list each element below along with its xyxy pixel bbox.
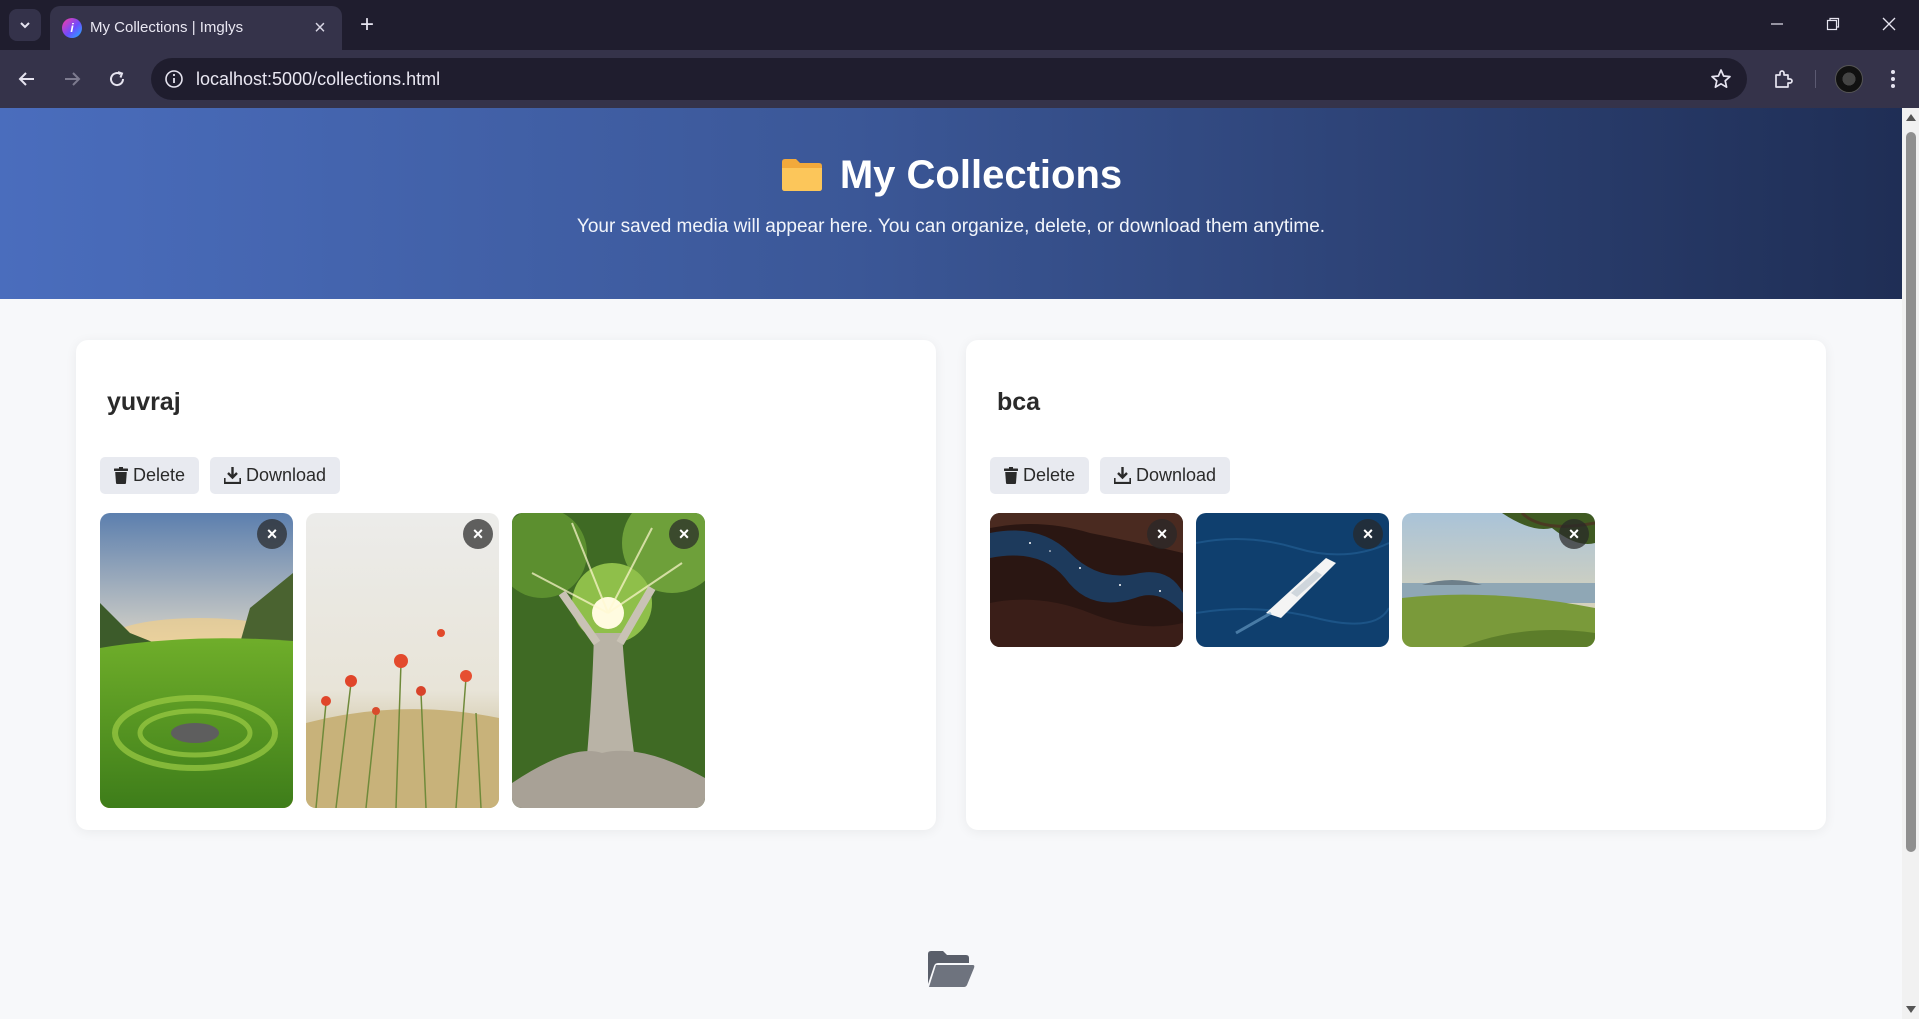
forward-arrow-icon[interactable] (55, 62, 89, 96)
minimize-window-icon[interactable] (1749, 0, 1805, 48)
collection-card-yuvraj: yuvraj Delete Download × × × (76, 340, 936, 830)
open-folder-icon (926, 948, 976, 990)
delete-collection-button[interactable]: Delete (990, 457, 1090, 494)
trash-icon (114, 467, 128, 484)
download-icon (1114, 467, 1131, 484)
browser-tab[interactable]: i My Collections | Imglys × (50, 6, 342, 50)
download-label: Download (246, 465, 327, 485)
remove-image-icon[interactable]: × (669, 519, 699, 549)
collection-image[interactable]: × (306, 513, 499, 808)
reload-icon[interactable] (100, 62, 134, 96)
download-collection-button[interactable]: Download (210, 457, 341, 494)
scroll-down-arrow-icon[interactable] (1906, 1006, 1916, 1013)
folder-icon (781, 159, 822, 191)
browser-tab-bar: i My Collections | Imglys × + (0, 0, 1919, 50)
address-bar[interactable]: localhost:5000/collections.html (151, 58, 1747, 100)
remove-image-icon[interactable]: × (1559, 519, 1589, 549)
tab-search-dropdown-icon[interactable] (9, 9, 41, 41)
restore-window-icon[interactable] (1805, 0, 1861, 48)
page-title-text: My Collections (839, 153, 1123, 197)
back-arrow-icon[interactable] (10, 62, 44, 96)
bookmark-star-icon[interactable] (1709, 67, 1733, 91)
delete-label: Delete (133, 465, 186, 485)
scroll-thumb[interactable] (1906, 132, 1916, 852)
page-scrollbar[interactable] (1902, 108, 1919, 1019)
scroll-up-arrow-icon[interactable] (1906, 114, 1916, 121)
browser-toolbar: localhost:5000/collections.html (0, 50, 1919, 108)
collection-name: bca (997, 388, 1041, 416)
remove-image-icon[interactable]: × (257, 519, 287, 549)
page-viewport: My Collections Your saved media will app… (0, 108, 1902, 1019)
poppies-field-image (306, 513, 499, 808)
remove-image-icon[interactable]: × (1147, 519, 1177, 549)
collection-image[interactable]: × (100, 513, 293, 808)
collection-image[interactable]: × (512, 513, 705, 808)
collection-card-bca: bca Delete Download × × × (966, 340, 1826, 830)
imglys-favicon-icon: i (62, 18, 82, 38)
delete-collection-button[interactable]: Delete (100, 457, 200, 494)
collection-image[interactable]: × (1402, 513, 1595, 647)
page-hero: My Collections Your saved media will app… (0, 108, 1902, 299)
extensions-puzzle-icon[interactable] (1766, 62, 1800, 96)
valley-sunset-image (100, 513, 293, 808)
page-title: My Collections (0, 153, 1902, 198)
site-info-icon[interactable] (163, 68, 185, 90)
download-icon (224, 467, 241, 484)
trash-icon (1004, 467, 1018, 484)
tab-close-icon[interactable]: × (308, 16, 332, 40)
new-tab-button[interactable]: + (352, 10, 382, 40)
url-text[interactable]: localhost:5000/collections.html (196, 69, 440, 90)
tab-title: My Collections | Imglys (90, 19, 244, 36)
collection-name: yuvraj (107, 388, 181, 416)
browser-menu-icon[interactable] (1878, 62, 1908, 96)
banyan-tree-image (512, 513, 705, 808)
close-window-icon[interactable] (1861, 0, 1917, 48)
page-subtitle: Your saved media will appear here. You c… (576, 216, 1326, 237)
download-label: Download (1136, 465, 1217, 485)
remove-image-icon[interactable]: × (1353, 519, 1383, 549)
delete-label: Delete (1023, 465, 1076, 485)
collection-image[interactable]: × (990, 513, 1183, 647)
collection-image[interactable]: × (1196, 513, 1389, 647)
toolbar-divider (1815, 70, 1816, 88)
profile-avatar[interactable] (1835, 65, 1863, 93)
remove-image-icon[interactable]: × (463, 519, 493, 549)
download-collection-button[interactable]: Download (1100, 457, 1231, 494)
